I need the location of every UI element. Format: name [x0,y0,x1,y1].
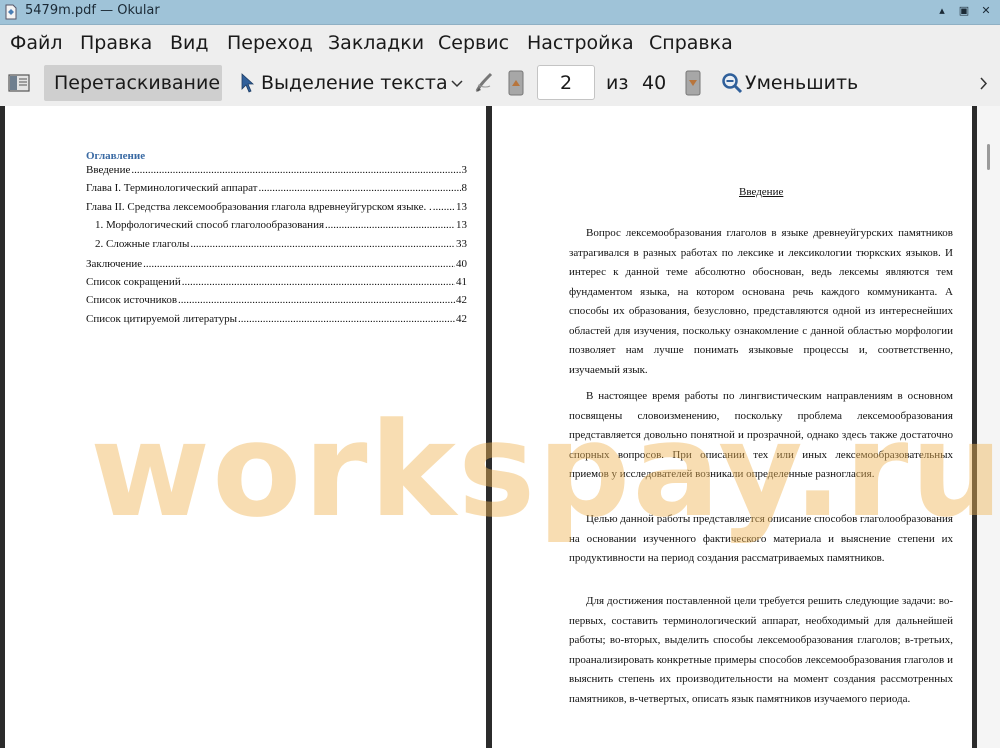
toc-entry-page: 13 [456,219,467,231]
window-title: 5479m.pdf — Okular [25,3,160,18]
menu-help[interactable]: Справка [649,32,733,54]
toc-entry-label: 1. Морфологический способ глаголообразов… [95,219,325,231]
toc-entry-label: Заключение [86,258,143,270]
menu-go[interactable]: Переход [227,32,313,54]
toc-entry[interactable]: Список источников 42 [86,294,467,310]
toc-entry-label: Список цитируемой литературы [86,313,237,325]
toc-leader [325,219,455,231]
toc-leader [190,238,455,250]
menu-tools[interactable]: Сервис [438,32,509,54]
menu-edit[interactable]: Правка [80,32,152,54]
menu-view[interactable]: Вид [170,32,209,54]
zoom-out-button[interactable]: Уменьшить [718,65,868,101]
toc-leader [143,258,455,270]
toc-leader [258,182,460,194]
toc-entry[interactable]: Список сокращений 41 [86,276,467,292]
toc-entry-page: 40 [456,258,467,270]
minimize-button[interactable]: ▴ [934,3,950,19]
page-number-input[interactable] [537,65,595,100]
toc-entry[interactable]: Глава I. Терминологический аппарат 8 [86,182,467,198]
chevron-right-icon[interactable] [979,77,988,90]
menu-file[interactable]: Файл [10,32,63,54]
zoom-out-icon [722,73,743,94]
toc-entry-page: 33 [456,238,467,250]
menu-bar: Файл Правка Вид Переход Закладки Сервис … [0,25,1000,61]
body-paragraph: Вопрос лексемообразования глаголов в язы… [569,227,953,376]
toc-entry-page: 42 [456,294,467,306]
text-select-label: Выделение текста [261,72,448,94]
toc-heading: Оглавление [86,150,146,162]
menu-settings[interactable]: Настройка [527,32,634,54]
toc-entry-label: Глава I. Терминологический аппарат [86,182,258,194]
toc-leader [182,276,455,288]
main-toolbar: Перетаскивание Выделение текста из 40 Ум… [0,61,1000,106]
toc-leader [178,294,455,306]
document-view[interactable]: Оглавление Введение 3 Глава I. Терминолог… [0,106,1000,748]
toc-entry-label: 2. Сложные глаголы [95,238,190,250]
previous-page-icon[interactable] [508,70,524,96]
scrollbar-thumb[interactable] [987,144,990,170]
toc-entry-page: 42 [456,313,467,325]
vertical-scrollbar[interactable] [977,106,1000,748]
menu-bookmarks[interactable]: Закладки [328,32,424,54]
page-1: Оглавление Введение 3 Глава I. Терминолог… [5,106,486,748]
okular-app-icon [5,4,17,20]
toc-entry-label: Введение [86,164,131,176]
toc-entry-page: 8 [461,182,468,194]
toc-entry[interactable]: Заключение 40 [86,258,467,274]
toc-leader [238,313,455,325]
text-select-tool-button[interactable]: Выделение текста [236,65,468,101]
toc-entry-label: Глава II. Средства лексемообразования гл… [86,201,432,213]
toc-leader [131,164,460,176]
browse-tool-button[interactable]: Перетаскивание [44,65,222,101]
pointer-icon [241,73,254,93]
body-paragraph: Для достижения поставленной цели требует… [569,595,953,705]
page-2: Введение Вопрос лексемообразования глаго… [492,106,972,748]
title-bar: 5479m.pdf — Okular ▴ ▣ ✕ [0,0,1000,25]
browse-tool-label: Перетаскивание [54,72,221,94]
maximize-button[interactable]: ▣ [956,3,972,19]
page-of-label: из [606,72,629,94]
toc-entry[interactable]: 2. Сложные глаголы 33 [95,238,467,254]
toc-entry-label: Список источников [86,294,178,306]
toc-entry[interactable]: 1. Морфологический способ глаголообразов… [95,219,467,235]
sidebar-toggle-icon[interactable] [8,74,30,92]
toc-entry-label: Список сокращений [86,276,181,288]
section-title: Введение [739,186,784,198]
toc-entry-page: 3 [461,164,468,176]
toc-entry-page: 41 [456,276,467,288]
toc-entry[interactable]: Введение 3 [86,164,467,180]
next-page-icon[interactable] [685,70,701,96]
annotate-pen-icon[interactable] [473,71,495,95]
toc-entry[interactable]: Глава II. Средства лексемообразования гл… [86,201,467,217]
zoom-out-label: Уменьшить [745,72,859,94]
toc-entry-page: 13 [456,201,467,213]
toc-leader [433,201,455,213]
toc-entry[interactable]: Список цитируемой литературы 42 [86,313,467,329]
body-paragraph: В настоящее время работы по лингвистичес… [569,390,953,480]
body-paragraph: Целью данной работы представляется описа… [569,513,953,564]
chevron-down-icon[interactable] [451,79,463,88]
close-button[interactable]: ✕ [978,3,994,19]
total-pages-label: 40 [642,72,667,94]
